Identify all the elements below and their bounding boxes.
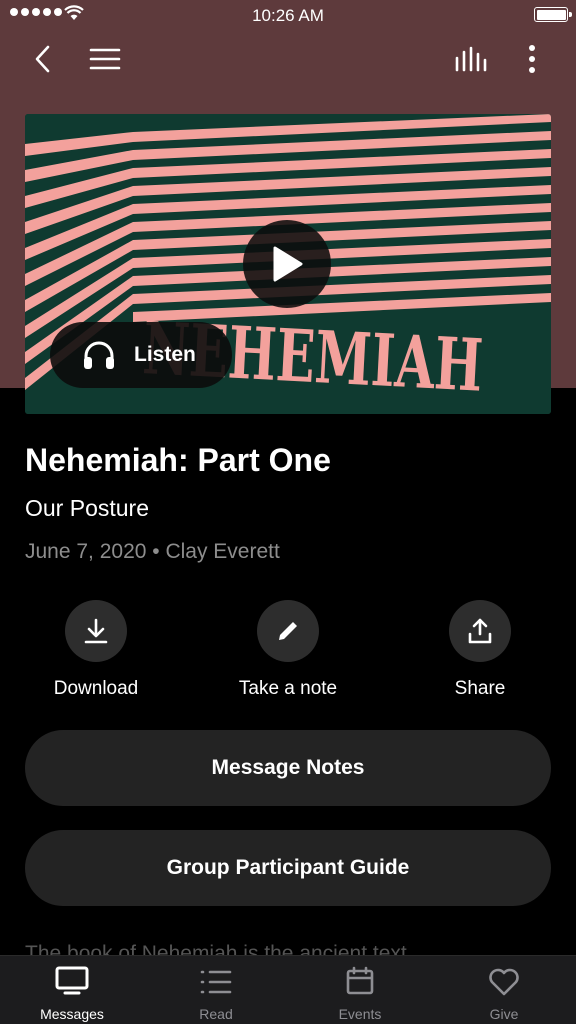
back-chevron-icon[interactable] — [20, 36, 66, 82]
tab-events-label: Events — [338, 1006, 382, 1022]
listen-label: Listen — [134, 343, 196, 366]
headphones-icon — [84, 341, 114, 369]
download-icon — [65, 600, 127, 662]
tab-read[interactable]: Read — [144, 956, 288, 1024]
navigation-bar — [0, 36, 576, 82]
tab-give[interactable]: Give — [432, 956, 576, 1024]
tab-events[interactable]: Events — [288, 956, 432, 1024]
share-icon — [449, 600, 511, 662]
battery-icon — [534, 7, 572, 22]
group-guide-button[interactable]: Group Participant Guide — [25, 830, 551, 906]
list-icon — [144, 956, 288, 996]
take-note-button[interactable]: Take a note — [208, 600, 368, 700]
play-icon — [273, 246, 303, 282]
tab-messages-label: Messages — [40, 1006, 104, 1022]
series-artwork: NEHEMIAH Listen — [25, 114, 551, 414]
download-button[interactable]: Download — [16, 600, 176, 700]
message-subtitle: Our Posture — [25, 495, 149, 521]
tab-bar: Messages Read Events Give — [0, 955, 576, 1024]
message-notes-button[interactable]: Message Notes — [25, 730, 551, 806]
listen-button[interactable]: Listen — [50, 322, 232, 388]
share-button[interactable]: Share — [400, 600, 560, 700]
take-note-label: Take a note — [238, 678, 338, 699]
pencil-icon — [257, 600, 319, 662]
more-vertical-icon[interactable] — [509, 36, 555, 82]
tab-messages[interactable]: Messages — [0, 956, 144, 1024]
share-label: Share — [454, 678, 506, 699]
message-meta: June 7, 2020 • Clay Everett — [25, 540, 280, 563]
message-title: Nehemiah: Part One — [25, 442, 331, 478]
calendar-icon — [288, 956, 432, 996]
message-actions: Download Take a note Share — [0, 600, 576, 710]
menu-icon[interactable] — [82, 36, 128, 82]
monitor-icon — [0, 956, 144, 996]
audio-bars-icon[interactable] — [448, 36, 494, 82]
tab-give-label: Give — [489, 1006, 519, 1022]
play-button[interactable] — [243, 220, 331, 308]
download-label: Download — [53, 678, 139, 699]
tab-read-label: Read — [199, 1006, 233, 1022]
status-bar: 10:26 AM — [0, 0, 576, 32]
heart-icon — [432, 956, 576, 996]
status-time: 10:26 AM — [252, 6, 324, 25]
